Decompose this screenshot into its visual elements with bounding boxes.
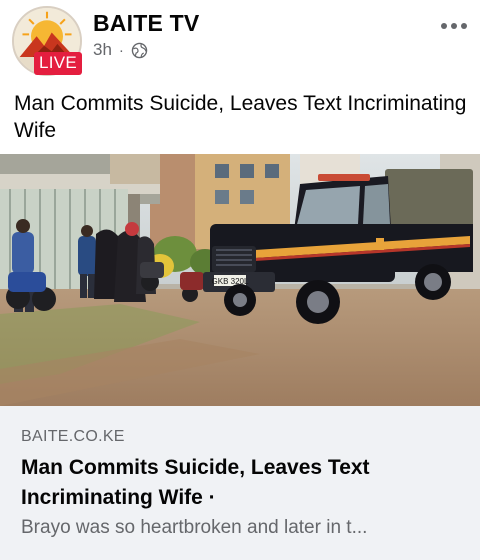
- more-dot: [451, 23, 457, 29]
- post-timestamp[interactable]: 3h: [93, 40, 112, 60]
- link-title[interactable]: Man Commits Suicide, Leaves Text Incrimi…: [21, 453, 466, 513]
- more-options-icon[interactable]: [437, 14, 471, 38]
- globe-icon[interactable]: [131, 42, 148, 59]
- post-caption: Man Commits Suicide, Leaves Text Incrimi…: [14, 92, 467, 142]
- live-badge: LIVE: [34, 52, 83, 75]
- page-name[interactable]: BAITE TV: [93, 10, 199, 37]
- police-vehicle-scene-image: GKB 320L: [0, 154, 480, 406]
- link-description: Brayo was so heartbroken and later in t.…: [21, 517, 368, 538]
- post-header: LIVE BAITE TV 3h ·: [0, 0, 480, 84]
- post-meta: 3h ·: [93, 40, 148, 60]
- link-domain: BAITE.CO.KE: [21, 428, 125, 445]
- more-dot: [441, 23, 447, 29]
- meta-separator: ·: [118, 41, 124, 59]
- post-photo[interactable]: GKB 320L: [0, 154, 480, 406]
- more-dot: [461, 23, 467, 29]
